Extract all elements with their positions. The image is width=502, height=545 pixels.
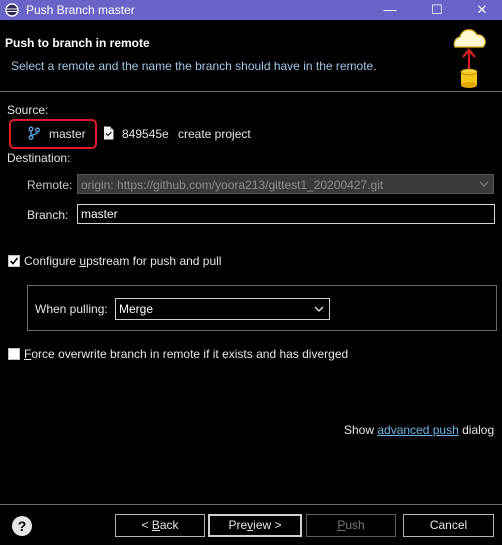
configure-upstream-label[interactable]: Configure upstream for push and pull bbox=[24, 254, 221, 268]
when-pulling-select[interactable]: Merge bbox=[115, 298, 330, 320]
commit-message: create project bbox=[178, 127, 251, 141]
when-pulling-value: Merge bbox=[119, 302, 154, 316]
close-button[interactable]: ✕ bbox=[462, 0, 502, 20]
banner-description: Select a remote and the name the branch … bbox=[11, 59, 377, 73]
advanced-push-link[interactable]: advanced push bbox=[377, 423, 458, 437]
push-cloud-icon bbox=[453, 29, 486, 88]
push-button[interactable]: Push bbox=[306, 514, 396, 537]
force-overwrite-label[interactable]: Force overwrite branch in remote if it e… bbox=[24, 347, 348, 361]
minimize-button[interactable]: — bbox=[370, 0, 410, 20]
back-button[interactable]: < Back bbox=[115, 514, 205, 537]
window-title: Push Branch master bbox=[26, 3, 135, 17]
source-branch-name: master bbox=[49, 127, 86, 141]
branch-icon bbox=[28, 126, 40, 140]
banner-separator bbox=[0, 91, 502, 92]
preview-button[interactable]: Preview > bbox=[208, 514, 302, 537]
chevron-down-icon bbox=[479, 181, 489, 187]
advanced-push-text: Show advanced push dialog bbox=[344, 423, 495, 437]
source-label: Source: bbox=[7, 103, 49, 117]
remote-value: origin: https://github.com/yoora213/gitt… bbox=[81, 178, 384, 192]
help-icon[interactable]: ? bbox=[12, 516, 32, 536]
maximize-button[interactable]: ☐ bbox=[417, 0, 457, 20]
chevron-down-icon bbox=[314, 306, 324, 312]
when-pulling-label: When pulling: bbox=[35, 302, 108, 316]
branch-label: Branch: bbox=[27, 208, 69, 222]
checkmark-icon bbox=[9, 257, 19, 265]
commit-id: 849545e bbox=[122, 127, 169, 141]
footer-separator bbox=[0, 504, 502, 505]
banner-title: Push to branch in remote bbox=[5, 36, 150, 50]
cancel-button[interactable]: Cancel bbox=[403, 514, 494, 537]
branch-input[interactable]: master bbox=[77, 204, 495, 224]
eclipse-logo-icon bbox=[5, 3, 19, 17]
commit-file-icon bbox=[104, 126, 114, 140]
remote-combo[interactable]: origin: https://github.com/yoora213/gitt… bbox=[77, 174, 494, 194]
destination-label: Destination: bbox=[7, 151, 71, 165]
wizard-banner bbox=[0, 20, 502, 90]
remote-label: Remote: bbox=[27, 178, 73, 192]
force-overwrite-checkbox[interactable] bbox=[8, 348, 20, 360]
configure-upstream-checkbox[interactable] bbox=[8, 255, 20, 267]
